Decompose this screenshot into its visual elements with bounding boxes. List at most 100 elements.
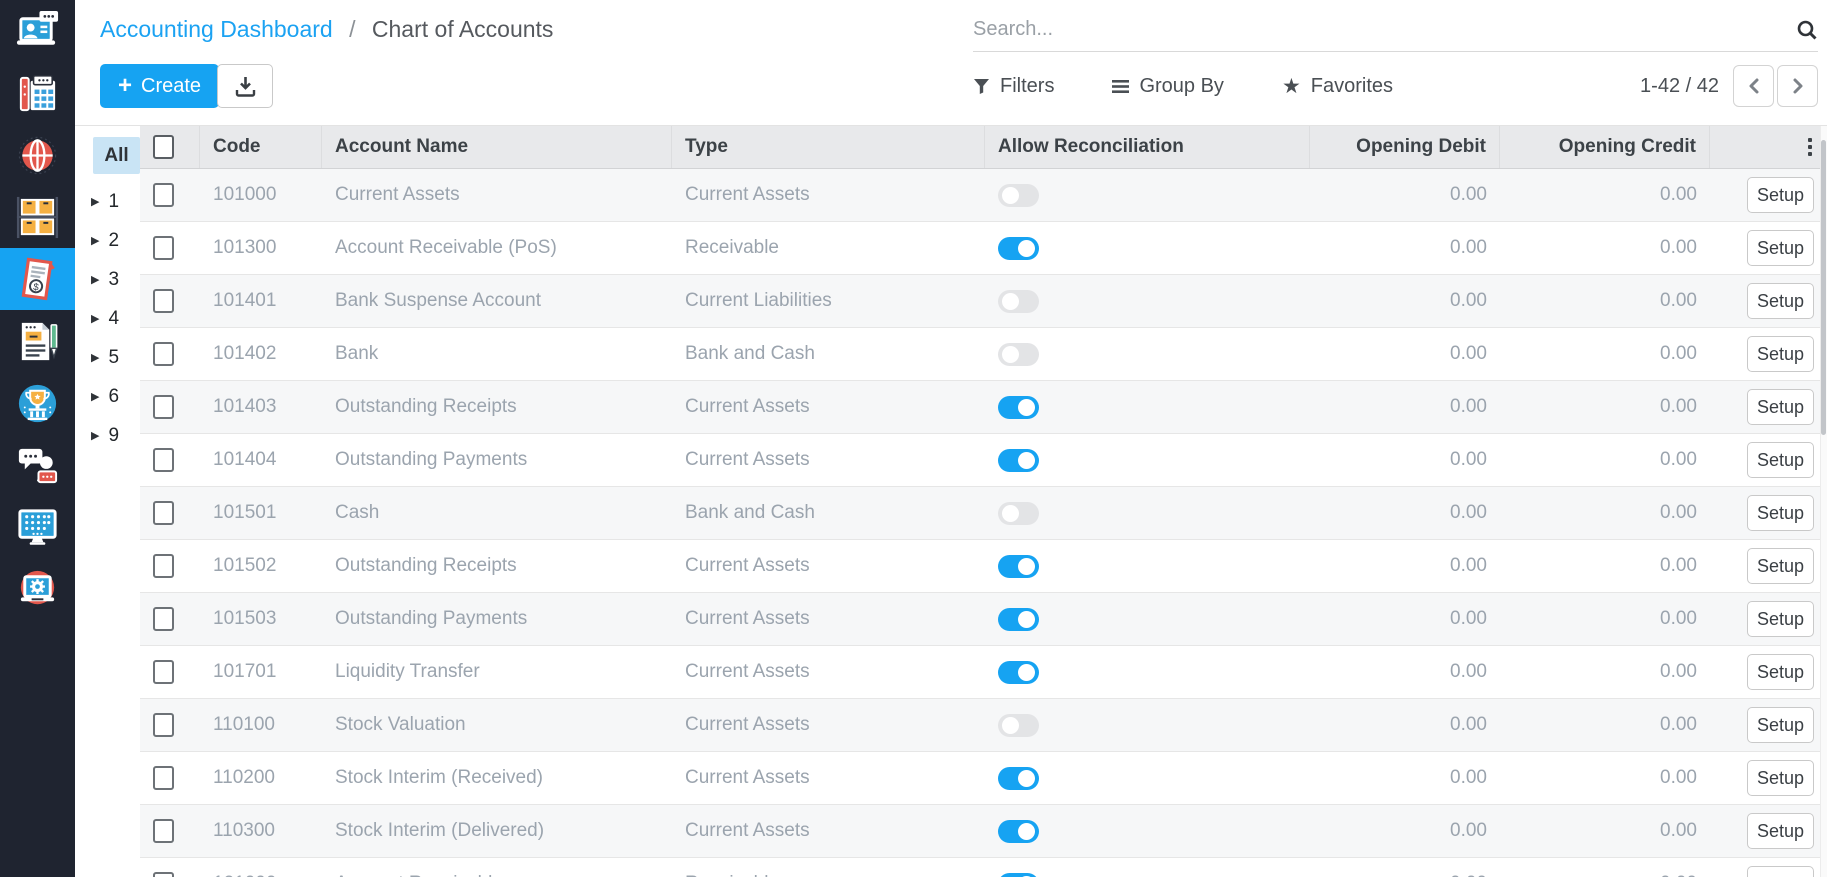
row-checkbox[interactable] — [153, 289, 174, 313]
table-row[interactable]: 101503 Outstanding Payments Current Asse… — [140, 593, 1827, 646]
table-row[interactable]: 101701 Liquidity Transfer Current Assets… — [140, 646, 1827, 699]
group-filter-item[interactable]: ▶ 2 — [75, 221, 140, 260]
group-filter-item[interactable]: ▶ 5 — [75, 338, 140, 377]
table-row[interactable]: 101401 Bank Suspense Account Current Lia… — [140, 275, 1827, 328]
pager-previous-button[interactable] — [1733, 65, 1774, 107]
sidebar-item-inventory[interactable] — [0, 186, 75, 248]
sidebar-item-events[interactable] — [0, 372, 75, 434]
row-checkbox[interactable] — [153, 660, 174, 684]
row-checkbox[interactable] — [153, 554, 174, 578]
setup-button[interactable]: Setup — [1747, 230, 1814, 266]
row-checkbox[interactable] — [153, 501, 174, 525]
search-icon[interactable] — [1796, 19, 1818, 41]
group-by-button[interactable]: Group By — [1112, 75, 1224, 98]
code-cell: 101503 — [213, 608, 277, 629]
row-checkbox[interactable] — [153, 236, 174, 260]
allow-reconciliation-toggle[interactable] — [998, 236, 1039, 260]
sidebar-item-settings[interactable] — [0, 558, 75, 620]
column-header-opening-credit[interactable]: Opening Credit — [1500, 126, 1710, 168]
vertical-scrollbar[interactable] — [1820, 126, 1827, 877]
pager-next-button[interactable] — [1777, 65, 1818, 107]
allow-reconciliation-toggle[interactable] — [998, 713, 1039, 737]
row-checkbox[interactable] — [153, 713, 174, 737]
setup-cell: Setup — [1710, 169, 1827, 221]
allow-reconciliation-toggle[interactable] — [998, 766, 1039, 790]
setup-button[interactable]: Setup — [1747, 760, 1814, 796]
select-all-checkbox[interactable] — [153, 135, 174, 159]
table-row[interactable]: 101402 Bank Bank and Cash 0.00 0.00 Setu… — [140, 328, 1827, 381]
allow-reconciliation-toggle[interactable] — [998, 342, 1039, 366]
sidebar-item-website[interactable] — [0, 124, 75, 186]
allow-reconciliation-toggle[interactable] — [998, 289, 1039, 313]
group-filter-item[interactable]: ▶ 4 — [75, 299, 140, 338]
allow-reconciliation-toggle[interactable] — [998, 872, 1039, 877]
create-button[interactable]: + Create — [100, 64, 220, 108]
column-header-account-name[interactable]: Account Name — [322, 126, 672, 168]
table-row[interactable]: 101404 Outstanding Payments Current Asse… — [140, 434, 1827, 487]
allow-reconciliation-toggle[interactable] — [998, 554, 1039, 578]
sidebar-item-point-of-sale[interactable] — [0, 62, 75, 124]
row-checkbox[interactable] — [153, 183, 174, 207]
setup-button[interactable]: Setup — [1747, 866, 1814, 877]
filters-button[interactable]: Filters — [973, 75, 1054, 98]
row-checkbox[interactable] — [153, 342, 174, 366]
table-row[interactable]: 110300 Stock Interim (Delivered) Current… — [140, 805, 1827, 858]
setup-button[interactable]: Setup — [1747, 601, 1814, 637]
setup-button[interactable]: Setup — [1747, 707, 1814, 743]
row-checkbox[interactable] — [153, 607, 174, 631]
setup-button[interactable]: Setup — [1747, 813, 1814, 849]
table-row[interactable]: 121000 Account Receivable Receivable 0.0… — [140, 858, 1827, 877]
group-filter-all[interactable]: All — [93, 137, 140, 174]
sidebar-item-accounting[interactable]: $ — [0, 248, 75, 310]
group-filter-item[interactable]: ▶ 3 — [75, 260, 140, 299]
group-filter-item[interactable]: ▶ 1 — [75, 182, 140, 221]
export-button[interactable] — [217, 64, 273, 108]
allow-reconciliation-toggle[interactable] — [998, 395, 1039, 419]
setup-button[interactable]: Setup — [1747, 177, 1814, 213]
optional-columns-icon[interactable] — [1806, 134, 1814, 160]
setup-button[interactable]: Setup — [1747, 548, 1814, 584]
setup-button[interactable]: Setup — [1747, 389, 1814, 425]
allow-reconciliation-toggle[interactable] — [998, 660, 1039, 684]
sidebar-item-sign[interactable] — [0, 310, 75, 372]
setup-button[interactable]: Setup — [1747, 336, 1814, 372]
favorites-button[interactable]: ★ Favorites — [1282, 74, 1393, 99]
group-filter-item[interactable]: ▶ 9 — [75, 416, 140, 455]
row-checkbox[interactable] — [153, 819, 174, 843]
setup-button[interactable]: Setup — [1747, 283, 1814, 319]
row-checkbox[interactable] — [153, 766, 174, 790]
caret-right-icon: ▶ — [91, 430, 100, 442]
sidebar-item-dashboards[interactable] — [0, 496, 75, 558]
table-row[interactable]: 101403 Outstanding Receipts Current Asse… — [140, 381, 1827, 434]
sidebar-item-discuss[interactable] — [0, 434, 75, 496]
scrollbar-thumb[interactable] — [1821, 140, 1826, 435]
column-header-opening-debit[interactable]: Opening Debit — [1310, 126, 1500, 168]
column-header-type[interactable]: Type — [672, 126, 985, 168]
allow-reconciliation-toggle[interactable] — [998, 448, 1039, 472]
setup-button[interactable]: Setup — [1747, 654, 1814, 690]
row-checkbox[interactable] — [153, 395, 174, 419]
allow-reconciliation-toggle[interactable] — [998, 183, 1039, 207]
list-view: All ▶ 1 ▶ 2 ▶ 3 ▶ 4 ▶ 5 ▶ 6 ▶ 9 Code Acc… — [75, 125, 1827, 877]
row-checkbox[interactable] — [153, 448, 174, 472]
table-row[interactable]: 101501 Cash Bank and Cash 0.00 0.00 Setu… — [140, 487, 1827, 540]
allow-reconciliation-toggle[interactable] — [998, 819, 1039, 843]
column-header-code[interactable]: Code — [200, 126, 322, 168]
allow-reconciliation-toggle[interactable] — [998, 501, 1039, 525]
type-cell: Bank and Cash — [685, 343, 815, 364]
sidebar-item-contacts[interactable] — [0, 0, 75, 62]
setup-button[interactable]: Setup — [1747, 442, 1814, 478]
table-row[interactable]: 101300 Account Receivable (PoS) Receivab… — [140, 222, 1827, 275]
breadcrumb-parent-link[interactable]: Accounting Dashboard — [100, 16, 333, 42]
allow-reconciliation-toggle[interactable] — [998, 607, 1039, 631]
table-row[interactable]: 110200 Stock Interim (Received) Current … — [140, 752, 1827, 805]
setup-button[interactable]: Setup — [1747, 495, 1814, 531]
table-row[interactable]: 101502 Outstanding Receipts Current Asse… — [140, 540, 1827, 593]
main-area: Accounting Dashboard / Chart of Accounts… — [75, 0, 1827, 877]
row-checkbox[interactable] — [153, 872, 174, 877]
table-row[interactable]: 101000 Current Assets Current Assets 0.0… — [140, 169, 1827, 222]
table-row[interactable]: 110100 Stock Valuation Current Assets 0.… — [140, 699, 1827, 752]
column-header-allow-reconciliation[interactable]: Allow Reconciliation — [985, 126, 1310, 168]
search-input[interactable] — [973, 18, 1796, 41]
group-filter-item[interactable]: ▶ 6 — [75, 377, 140, 416]
